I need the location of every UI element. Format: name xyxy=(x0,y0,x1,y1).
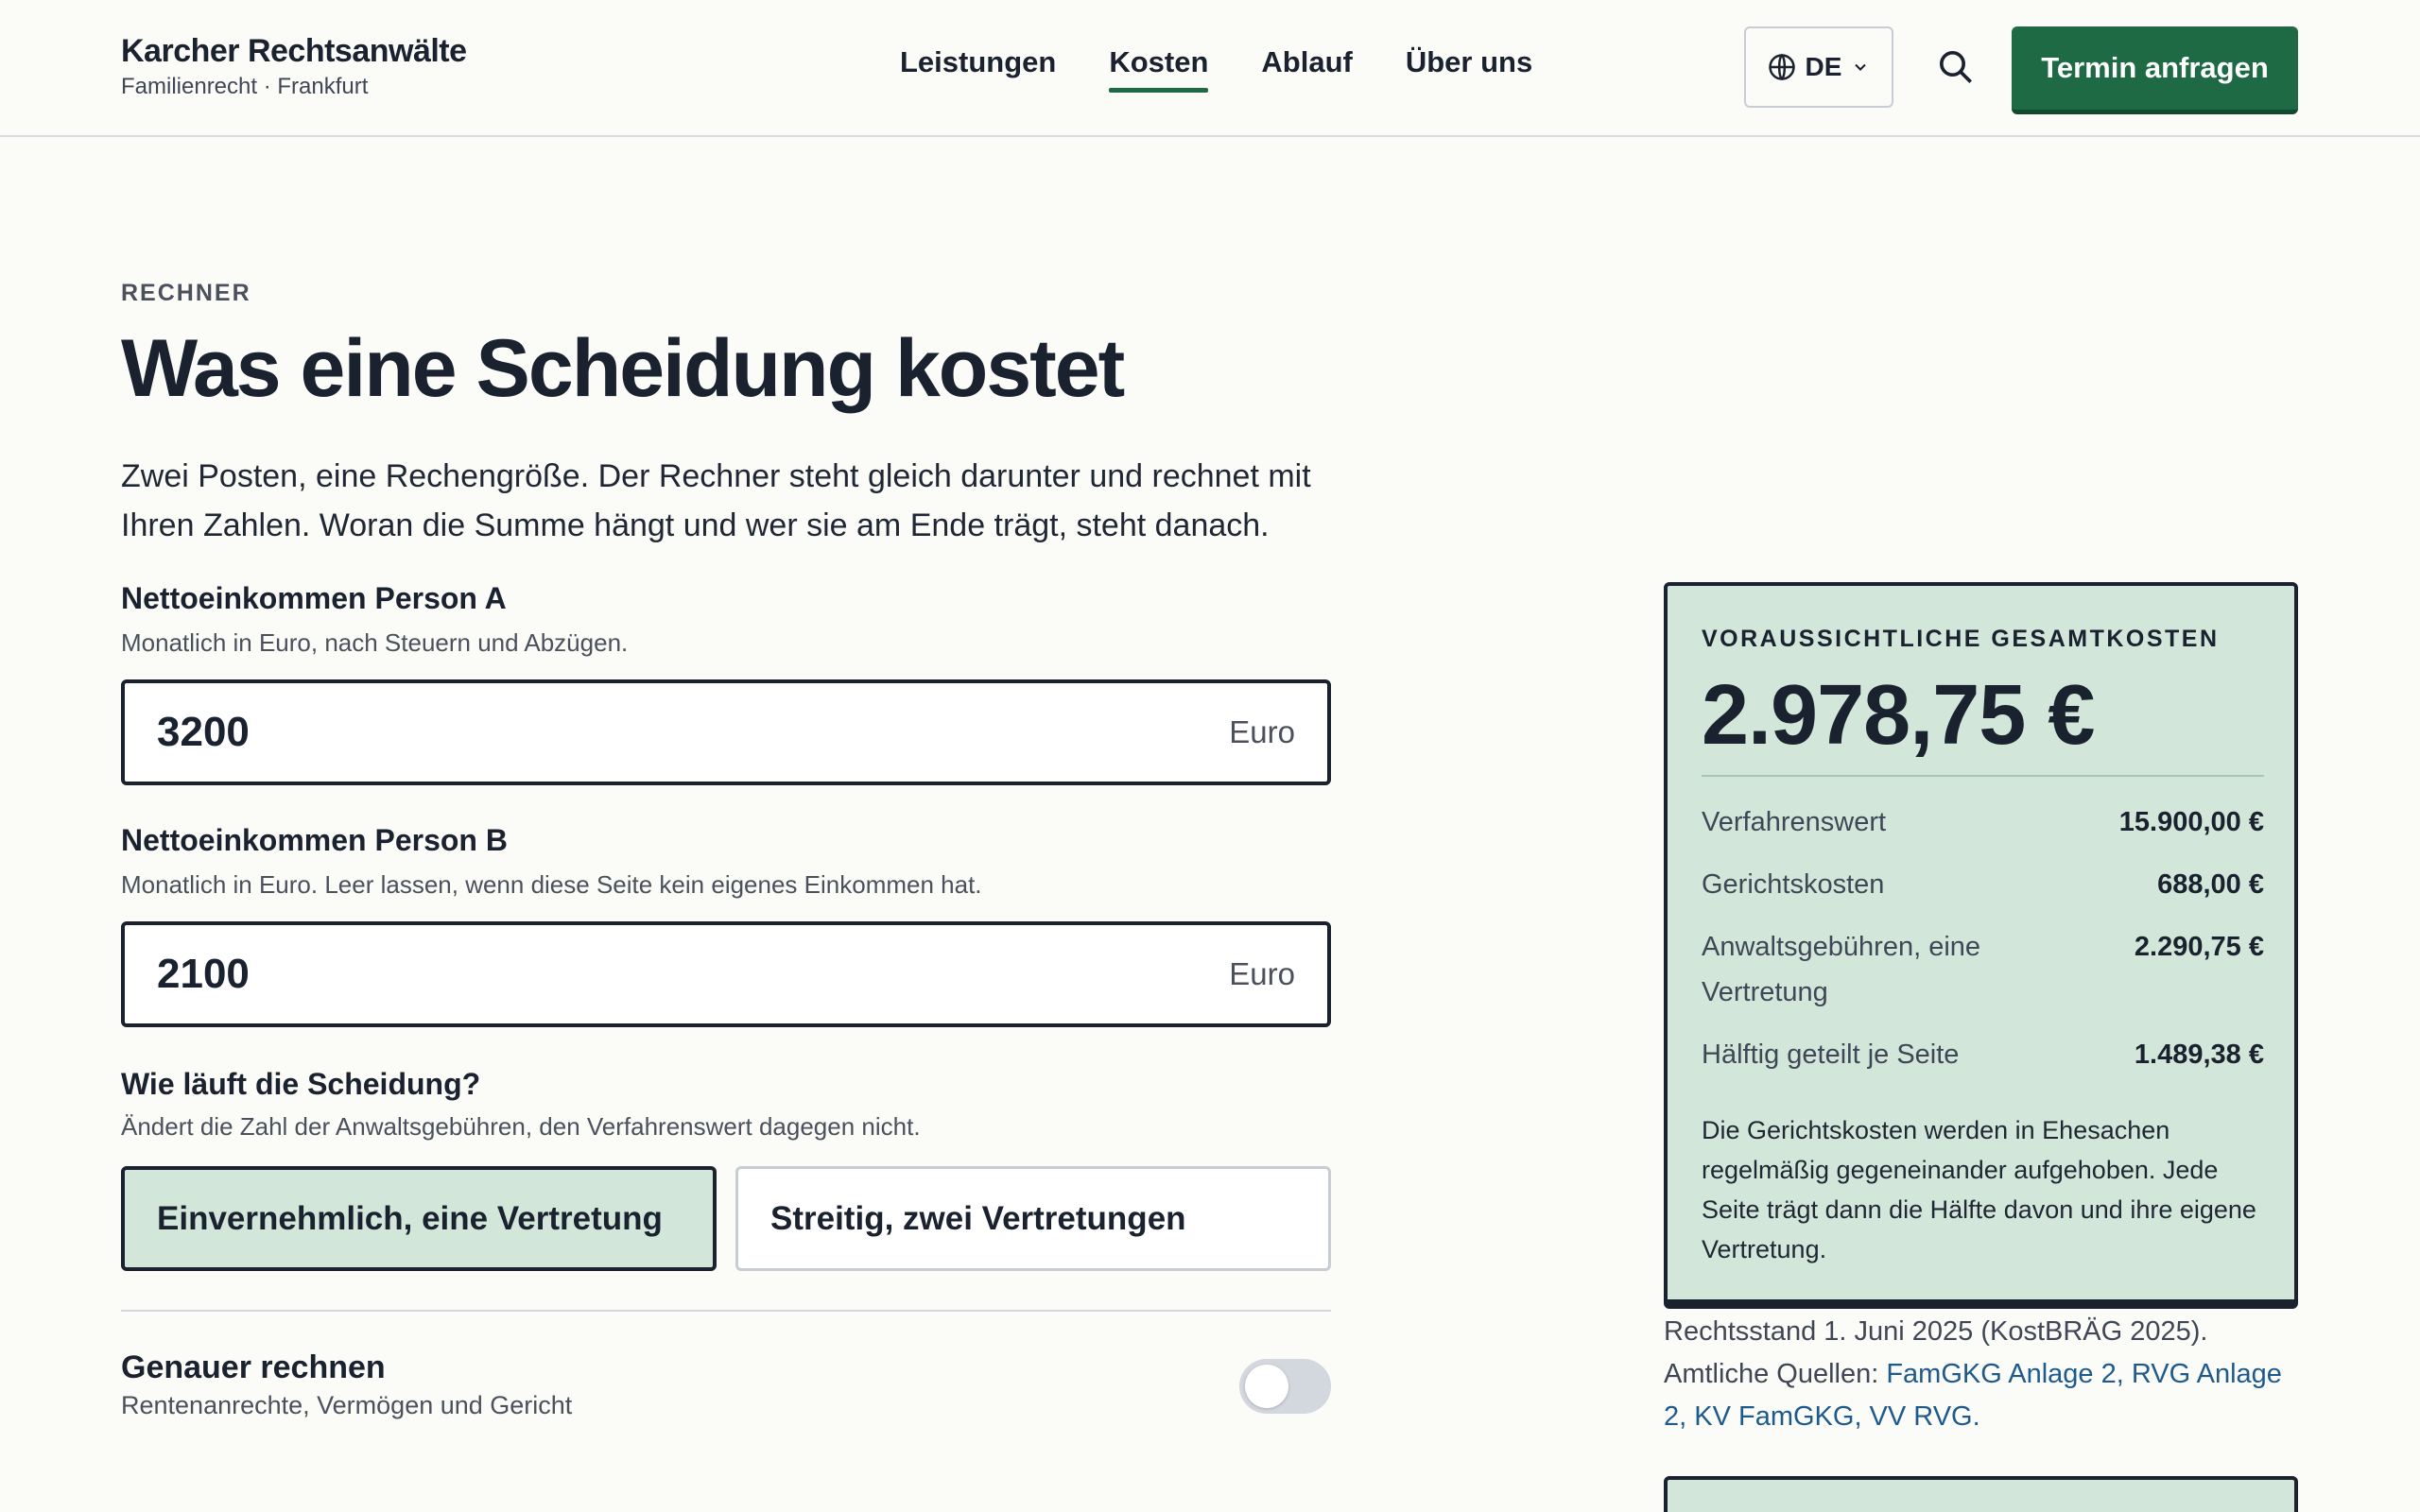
form-divider xyxy=(121,1310,1331,1312)
cost-row-label: Hälftig geteilt je Seite xyxy=(1702,1040,1960,1070)
income-a-label: Nettoeinkommen Person A xyxy=(121,581,507,615)
income-b-help: Monatlich in Euro. Leer lassen, wenn die… xyxy=(121,870,982,899)
nav-item-kosten[interactable]: Kosten xyxy=(1109,45,1209,93)
cost-row-value: 1.489,38 € xyxy=(2134,1040,2264,1070)
income-a-input[interactable]: 3200 Euro xyxy=(121,679,1331,785)
card-divider xyxy=(1702,775,2264,777)
chevron-down-icon xyxy=(1855,63,1867,71)
cost-row-value: 2.290,75 € xyxy=(2134,932,2264,962)
total-cost-value: 2.978,75 € xyxy=(1702,668,2095,763)
nav-item-leistungen[interactable]: Leistungen xyxy=(900,45,1056,89)
precise-calc-toggle[interactable] xyxy=(1239,1359,1331,1414)
nav-item-ablauf[interactable]: Ablauf xyxy=(1261,45,1352,89)
precise-calc-title: Genauer rechnen xyxy=(121,1349,386,1385)
language-switcher[interactable]: DE xyxy=(1744,26,1893,108)
total-cost-kicker: VORAUSSICHTLICHE GESAMTKOSTEN xyxy=(1702,626,2220,652)
globe-icon xyxy=(1768,53,1795,81)
cost-row-value: 688,00 € xyxy=(2157,869,2264,900)
cost-row-label: Anwaltsgebühren, eine Vertretung xyxy=(1702,932,1981,1007)
legal-sources: Rechtsstand 1. Juni 2025 (KostBRÄG 2025)… xyxy=(1664,1311,2307,1438)
divorce-mode-help: Ändert die Zahl der Anwaltsgebühren, den… xyxy=(121,1112,921,1141)
legal-status-text: Rechtsstand 1. Juni 2025 (KostBRÄG 2025)… xyxy=(1664,1316,2208,1347)
divorce-mode-label: Wie läuft die Scheidung? xyxy=(121,1067,481,1101)
income-b-unit: Euro xyxy=(1229,956,1295,991)
nav-item-ueber-uns[interactable]: Über uns xyxy=(1406,45,1532,89)
site-header: Karcher Rechtsanwälte Familienrecht · Fr… xyxy=(0,0,2420,137)
brand[interactable]: Karcher Rechtsanwälte Familienrecht · Fr… xyxy=(121,32,467,100)
cost-row-label: Verfahrenswert xyxy=(1702,807,1887,837)
income-a-help: Monatlich in Euro, nach Steuern und Abzü… xyxy=(121,628,629,657)
brand-name: Karcher Rechtsanwälte xyxy=(121,33,467,69)
income-b-value: 2100 xyxy=(157,951,250,997)
precise-calc-subtitle: Rentenanrechte, Vermögen und Gericht xyxy=(121,1391,573,1419)
mode-option-amicable[interactable]: Einvernehmlich, eine Vertretung xyxy=(121,1166,717,1271)
section-kicker: RECHNER xyxy=(121,280,251,306)
page-title: Was eine Scheidung kostet xyxy=(121,323,1125,414)
toggle-knob xyxy=(1245,1365,1288,1408)
intro-text: Zwei Posten, eine Rechengröße. Der Rechn… xyxy=(121,458,1311,543)
main-nav: Leistungen Kosten Ablauf Über uns xyxy=(900,45,1532,93)
income-b-label: Nettoeinkommen Person B xyxy=(121,823,508,857)
brand-subtitle: Familienrecht · Frankfurt xyxy=(121,74,369,99)
cost-row: Hälftig geteilt je Seite 1.489,38 € xyxy=(1702,1032,2264,1077)
search-icon[interactable] xyxy=(1936,47,1974,85)
language-code: DE xyxy=(1805,52,1842,81)
cost-summary-card: VORAUSSICHTLICHE GESAMTKOSTEN 2.978,75 €… xyxy=(1664,582,2298,1309)
cost-note: Die Gerichtskosten werden in Ehesachen r… xyxy=(1702,1116,2256,1263)
cost-row: Verfahrenswert 15.900,00 € xyxy=(1702,799,2264,845)
sources-prefix: Amtliche Quellen: xyxy=(1664,1359,1887,1389)
cost-row-value: 15.900,00 € xyxy=(2118,807,2264,837)
income-a-unit: Euro xyxy=(1229,714,1295,749)
secondary-card xyxy=(1664,1476,2298,1512)
mode-option-contested[interactable]: Streitig, zwei Vertretungen xyxy=(735,1166,1331,1271)
income-a-value: 3200 xyxy=(157,709,250,755)
cost-row: Gerichtskosten 688,00 € xyxy=(1702,862,2264,907)
income-b-input[interactable]: 2100 Euro xyxy=(121,921,1331,1027)
request-appointment-button[interactable]: Termin anfragen xyxy=(2012,26,2298,114)
cost-row-label: Gerichtskosten xyxy=(1702,869,1885,900)
cost-row: Anwaltsgebühren, eine Vertretung 2.290,7… xyxy=(1702,924,2264,1015)
